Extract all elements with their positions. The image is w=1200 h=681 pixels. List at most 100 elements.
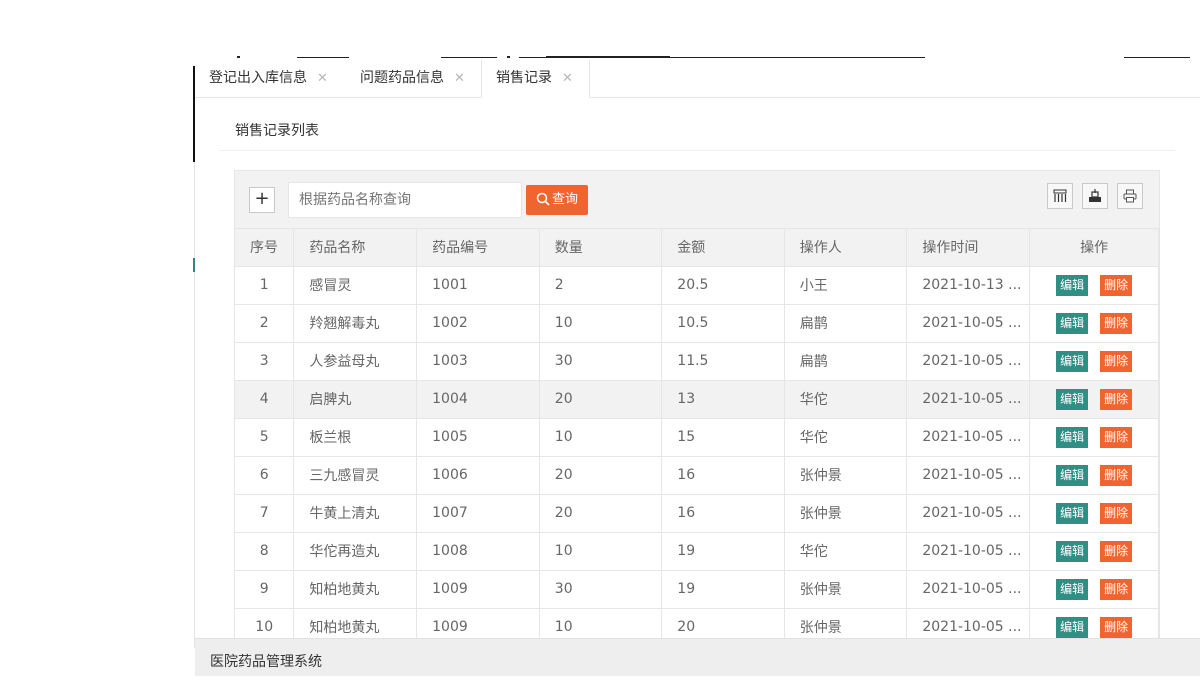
table-row[interactable]: 2 羚翘解毒丸 1002 10 10.5 扁鹊 2021-10-05 ... 编辑 删除 [235,304,1159,343]
edit-button[interactable]: 编辑 [1056,616,1089,638]
table-cell: 张仲景 [784,570,908,609]
table-cell: 羚翘解毒丸 [293,304,418,343]
table-cell: 1009 [416,570,540,609]
tab-problem-drugs[interactable]: 问题药品信息 ✕ [360,60,465,98]
table-cell: 2021-10-05 ... [906,304,1031,343]
edit-button[interactable]: 编辑 [1056,388,1089,410]
table-cell: 感冒灵 [293,266,418,305]
actions-cell: 编辑 删除 [1029,570,1159,609]
table-cell: 三九感冒灵 [293,456,418,495]
table-cell: 张仲景 [784,456,908,495]
edit-button[interactable]: 编辑 [1056,502,1089,524]
edit-button[interactable]: 编辑 [1056,540,1089,562]
table-header-row: 序号 药品名称 药品编号 数量 金额 操作人 操作时间 操作 [235,229,1159,267]
column-header[interactable]: 操作时间 [906,229,1031,267]
print-icon[interactable] [1117,183,1143,209]
column-header[interactable]: 金额 [661,229,785,267]
table-row[interactable]: 7 牛黄上清丸 1007 20 16 张仲景 2021-10-05 ... 编辑 删除 [235,494,1159,533]
table-row[interactable]: 8 华佗再造丸 1008 10 19 华佗 2021-10-05 ... 编辑 删除 [235,532,1159,571]
delete-button[interactable]: 删除 [1100,350,1133,372]
delete-button[interactable]: 删除 [1100,540,1133,562]
table-cell: 20 [661,608,785,639]
table-cell: 2021-10-05 ... [906,418,1031,457]
edit-button[interactable]: 编辑 [1056,350,1089,372]
delete-button[interactable]: 删除 [1100,502,1133,524]
table-cell: 2021-10-05 ... [906,456,1031,495]
table-cell: 2021-10-05 ... [906,570,1031,609]
data-table: + 查询 [234,170,1160,640]
table-cell: 30 [539,570,663,609]
table-row[interactable]: 5 板兰根 1005 10 15 华佗 2021-10-05 ... 编辑 删除 [235,418,1159,457]
edit-button[interactable]: 编辑 [1056,312,1089,334]
footer-text: 医院药品管理系统 [210,654,322,670]
table-row[interactable]: 4 启脾丸 1004 20 13 华佗 2021-10-05 ... 编辑 删除 [235,380,1159,419]
columns-icon[interactable] [1047,183,1073,209]
edit-button[interactable]: 编辑 [1056,274,1089,296]
delete-button[interactable]: 删除 [1100,388,1133,410]
table-row[interactable]: 3 人参益母丸 1003 30 11.5 扁鹊 2021-10-05 ... 编辑 删除 [235,342,1159,381]
delete-button[interactable]: 删除 [1100,578,1133,600]
table-cell: 华佗 [784,380,908,419]
table-cell: 2021-10-05 ... [906,342,1031,381]
search-input[interactable] [288,182,522,218]
delete-button[interactable]: 删除 [1100,616,1133,638]
panel-title: 销售记录列表 [235,123,319,139]
column-header[interactable]: 数量 [539,229,663,267]
table-cell: 9 [235,570,295,609]
edit-button[interactable]: 编辑 [1056,578,1089,600]
table-cell: 1004 [416,380,540,419]
table-cell: 1001 [416,266,540,305]
table-cell: 2021-10-05 ... [906,608,1031,639]
add-button[interactable]: + [249,187,275,213]
table-cell: 10 [539,304,663,343]
search-button[interactable]: 查询 [526,185,588,215]
table-row[interactable]: 1 感冒灵 1001 2 20.5 小王 2021-10-13 ... 编辑 删除 [235,266,1159,305]
actions-cell: 编辑 删除 [1029,608,1159,639]
column-header[interactable]: 序号 [235,229,295,267]
search-icon [536,192,550,206]
footer: 医院药品管理系统 [195,638,1200,676]
column-header[interactable]: 操作人 [784,229,908,267]
table-cell: 知柏地黄丸 [293,608,418,639]
table-cell: 2021-10-05 ... [906,380,1031,419]
table-cell: 10 [539,418,663,457]
delete-button[interactable]: 删除 [1100,312,1133,334]
close-icon[interactable]: ✕ [562,71,573,86]
table-cell: 4 [235,380,295,419]
table-cell: 16 [661,494,785,533]
close-icon[interactable]: ✕ [454,71,465,86]
table-cell: 6 [235,456,295,495]
table-row[interactable]: 9 知柏地黄丸 1009 30 19 张仲景 2021-10-05 ... 编辑 删除 [235,570,1159,609]
table-cell: 板兰根 [293,418,418,457]
table-cell: 2021-10-05 ... [906,532,1031,571]
table-cell: 11.5 [661,342,785,381]
tab-sales-records[interactable]: 销售记录 ✕ [481,60,590,98]
table-row[interactable]: 6 三九感冒灵 1006 20 16 张仲景 2021-10-05 ... 编辑 删除 [235,456,1159,495]
table-cell: 人参益母丸 [293,342,418,381]
sales-table: 序号 药品名称 药品编号 数量 金额 操作人 操作时间 操作 1 感冒灵 1001 2… [235,229,1159,639]
column-header[interactable]: 药品名称 [293,229,418,267]
table-cell: 2021-10-13 ... [906,266,1031,305]
table-cell: 小王 [784,266,908,305]
table-cell: 1006 [416,456,540,495]
tab-stock-register[interactable]: 登记出入库信息 ✕ [209,60,328,98]
table-cell: 1005 [416,418,540,457]
table-cell: 13 [661,380,785,419]
panel-header: 销售记录列表 [219,109,1175,151]
edit-button[interactable]: 编辑 [1056,426,1089,448]
actions-cell: 编辑 删除 [1029,532,1159,571]
actions-cell: 编辑 删除 [1029,494,1159,533]
export-icon[interactable] [1082,183,1108,209]
column-header[interactable]: 操作 [1029,229,1159,267]
close-icon[interactable]: ✕ [317,71,328,86]
delete-button[interactable]: 删除 [1100,464,1133,486]
table-row[interactable]: 10 知柏地黄丸 1009 10 20 张仲景 2021-10-05 ... 编辑 删除 [235,608,1159,639]
table-cell: 知柏地黄丸 [293,570,418,609]
table-cell: 2 [539,266,663,305]
delete-button[interactable]: 删除 [1100,426,1133,448]
delete-button[interactable]: 删除 [1100,274,1133,296]
edit-button[interactable]: 编辑 [1056,464,1089,486]
column-header[interactable]: 药品编号 [416,229,540,267]
actions-cell: 编辑 删除 [1029,418,1159,457]
tab-label: 销售记录 [496,70,552,86]
